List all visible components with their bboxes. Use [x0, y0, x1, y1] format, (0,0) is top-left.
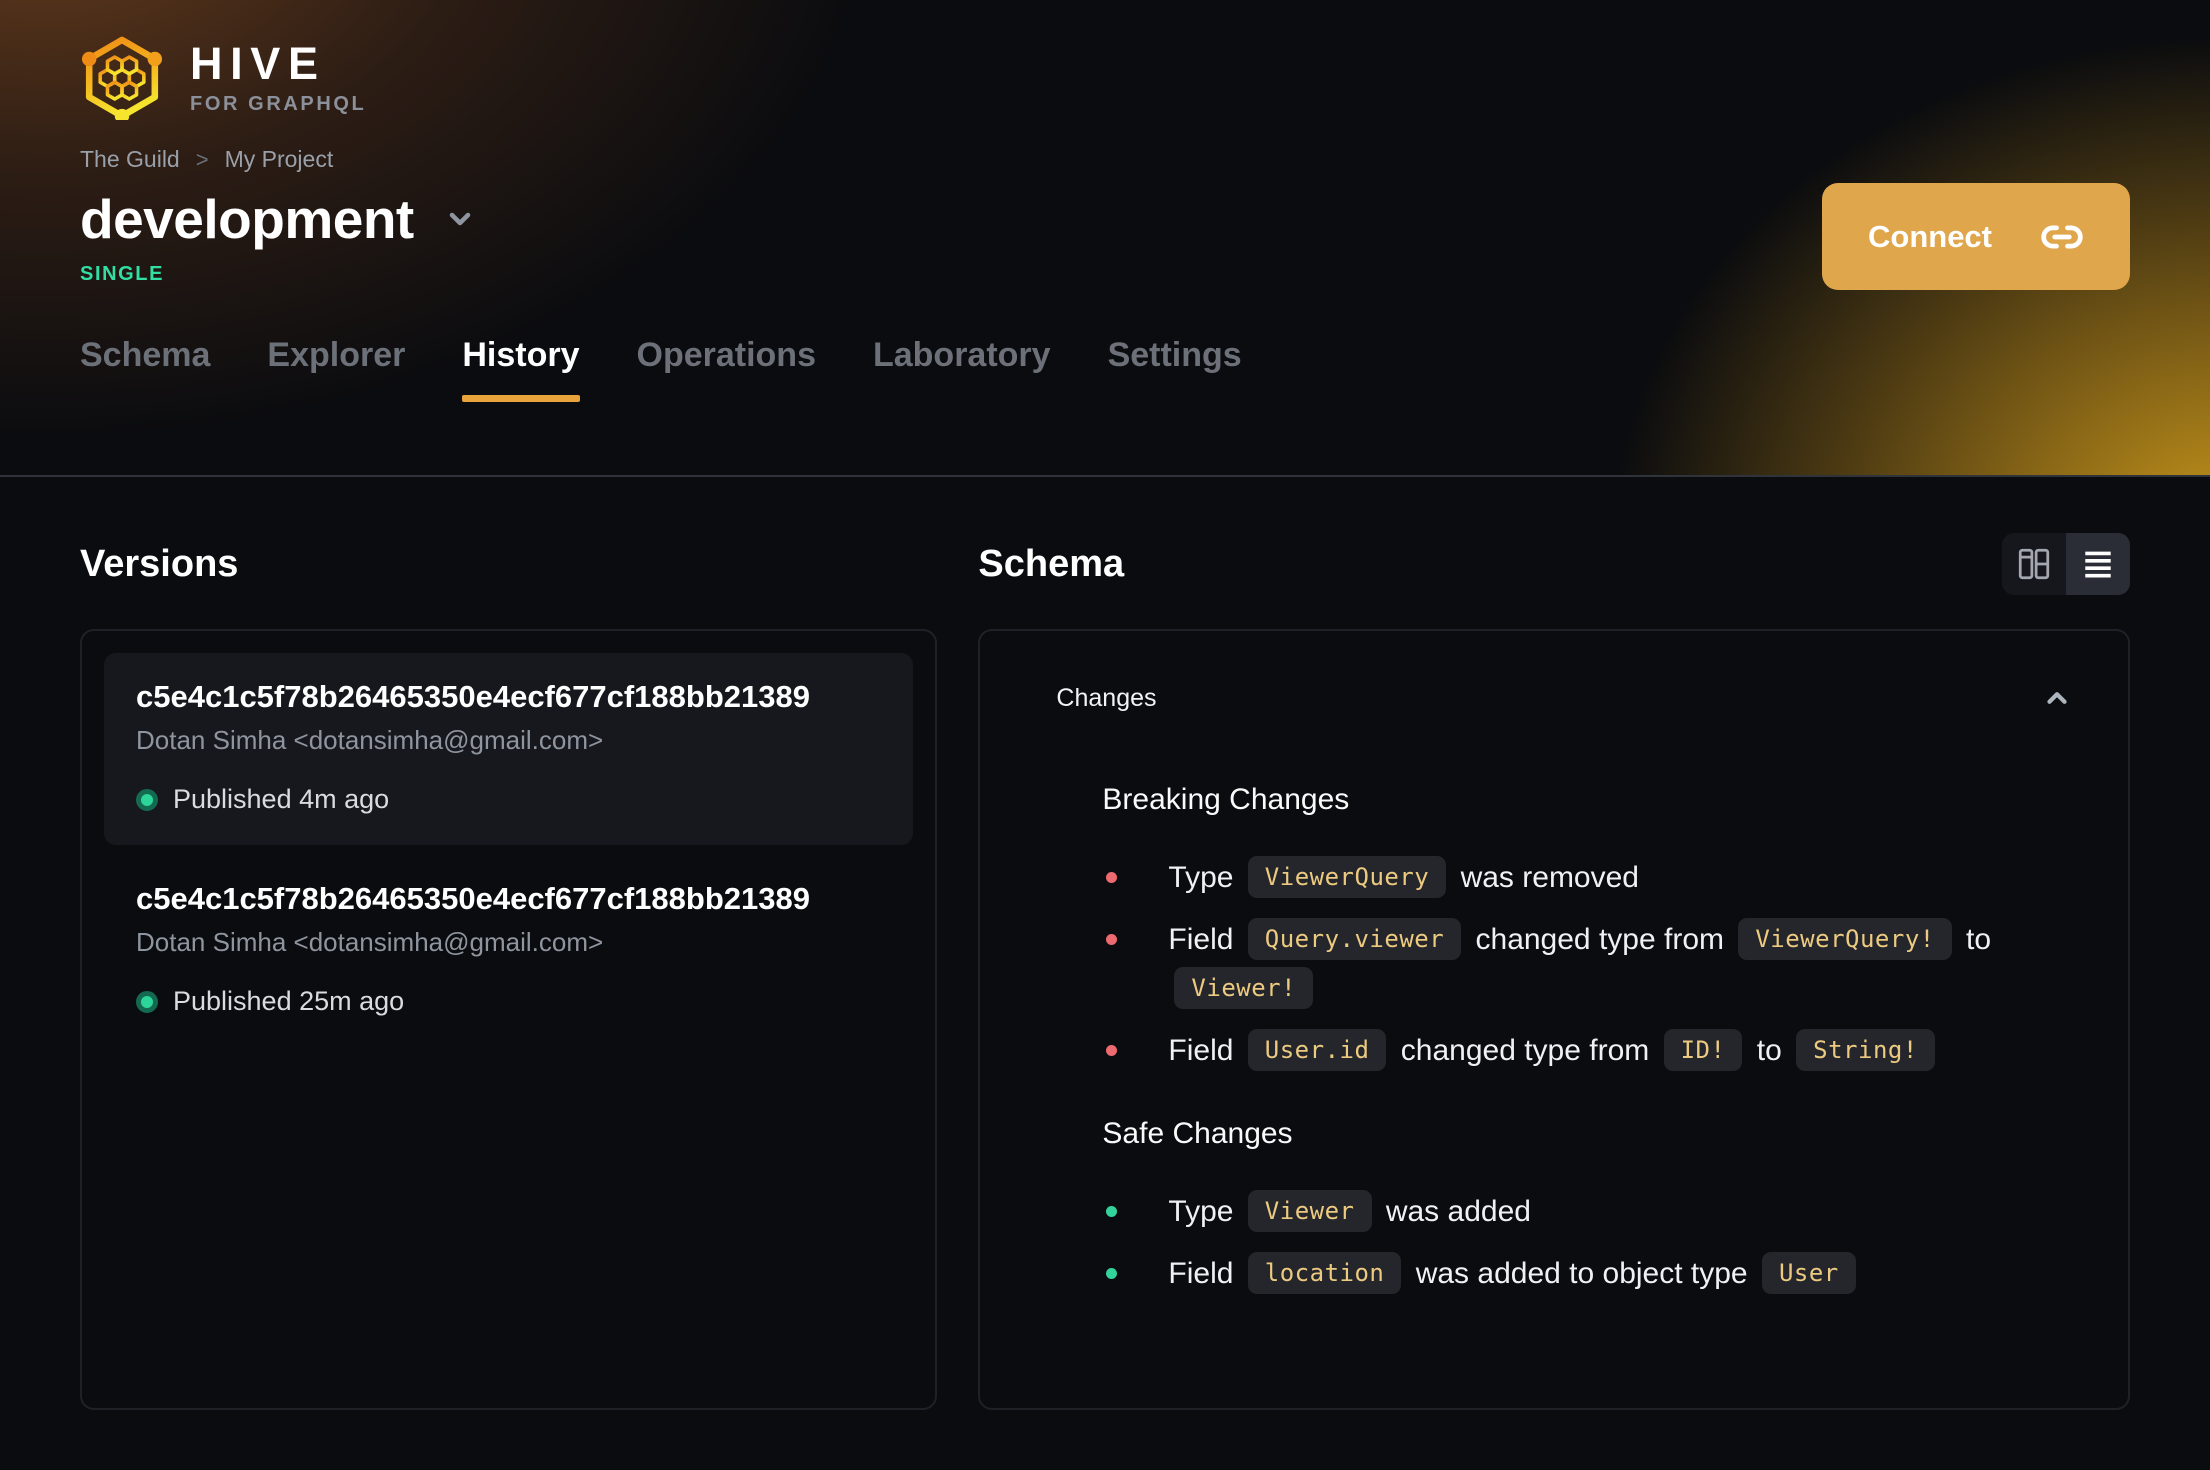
- title-row: development SINGLE Connect: [80, 183, 2130, 290]
- code-chip: Viewer!: [1174, 967, 1314, 1009]
- version-list: c5e4c1c5f78b26465350e4ecf677cf188bb21389…: [80, 629, 938, 1410]
- change-section-title: Breaking Changes: [1102, 783, 1350, 816]
- changes-panel: Changes Breaking Changes Type ViewerQuery…: [978, 629, 2130, 1410]
- chevron-up-icon[interactable]: [2042, 683, 2072, 713]
- breadcrumb: The Guild > My Project: [80, 146, 2130, 173]
- change-section-safe: Safe Changes Type Viewer was added Field l…: [1102, 1117, 2072, 1298]
- brand-text: HIVE FOR GRAPHQL: [190, 41, 366, 116]
- list-view-button[interactable]: [2066, 533, 2130, 595]
- view-toggle: [2002, 533, 2130, 595]
- connect-label: Connect: [1868, 218, 1992, 254]
- page-title: development: [80, 188, 414, 250]
- code-chip: User.id: [1247, 1028, 1387, 1071]
- changes-body: Breaking Changes Type ViewerQuery was rem…: [1056, 783, 2072, 1298]
- published-dot-icon: [136, 990, 158, 1013]
- code-chip: User: [1761, 1251, 1856, 1294]
- changes-title: Changes: [1056, 683, 1157, 712]
- version-card[interactable]: c5e4c1c5f78b26465350e4ecf677cf188bb21389…: [104, 855, 913, 1047]
- published-dot-icon: [136, 788, 158, 811]
- main-content: Versions c5e4c1c5f78b26465350e4ecf677cf1…: [0, 477, 2210, 1410]
- breadcrumb-project[interactable]: My Project: [225, 146, 334, 173]
- tab-explorer[interactable]: Explorer: [267, 336, 405, 402]
- versions-column: Versions c5e4c1c5f78b26465350e4ecf677cf1…: [80, 477, 938, 1410]
- breadcrumb-separator-icon: >: [195, 146, 209, 172]
- connect-button[interactable]: Connect: [1822, 183, 2130, 290]
- tab-operations[interactable]: Operations: [637, 336, 816, 402]
- columns-view-button[interactable]: [2002, 533, 2066, 595]
- brand: HIVE FOR GRAPHQL: [80, 0, 2130, 124]
- schema-heading: Schema: [978, 542, 1125, 585]
- version-hash: c5e4c1c5f78b26465350e4ecf677cf188bb21389: [136, 679, 810, 714]
- code-chip: String!: [1796, 1028, 1935, 1071]
- change-item: Field User.id changed type from ID! to S…: [1102, 1026, 2072, 1076]
- version-status-text: Published 25m ago: [173, 986, 405, 1016]
- chevron-down-icon[interactable]: [444, 203, 476, 235]
- versions-heading: Versions: [80, 542, 239, 585]
- schema-column: Schema Changes Breaking Changes Type Vie…: [978, 477, 2130, 1410]
- change-section-breaking: Breaking Changes Type ViewerQuery was rem…: [1102, 783, 2072, 1075]
- columns-view-icon: [2018, 548, 2050, 580]
- breadcrumb-org[interactable]: The Guild: [80, 146, 180, 173]
- code-chip: Query.viewer: [1247, 917, 1462, 960]
- change-item: Type ViewerQuery was removed: [1102, 853, 2072, 903]
- target-mode-badge: SINGLE: [80, 263, 165, 285]
- change-item: Field Query.viewer changed type from Vie…: [1102, 915, 2072, 1014]
- hive-logo-icon[interactable]: [80, 36, 164, 124]
- header: HIVE FOR GRAPHQL The Guild > My Project …: [0, 0, 2210, 477]
- code-chip: Viewer: [1247, 1190, 1372, 1232]
- code-chip: ID!: [1663, 1028, 1743, 1071]
- version-author: Dotan Simha <dotansimha@gmail.com>: [136, 725, 604, 755]
- change-section-title: Safe Changes: [1102, 1117, 1293, 1150]
- target-block: development SINGLE: [80, 187, 476, 286]
- tab-settings[interactable]: Settings: [1108, 336, 1242, 402]
- brand-name: HIVE: [190, 37, 326, 89]
- version-author: Dotan Simha <dotansimha@gmail.com>: [136, 927, 604, 957]
- code-chip: location: [1247, 1251, 1402, 1294]
- changes-header[interactable]: Changes: [1056, 683, 2072, 713]
- code-chip: ViewerQuery: [1247, 856, 1447, 898]
- version-hash: c5e4c1c5f78b26465350e4ecf677cf188bb21389: [136, 881, 810, 916]
- change-item: Field location was added to object type …: [1102, 1249, 2072, 1299]
- brand-tagline: FOR GRAPHQL: [190, 92, 367, 115]
- link-icon: [2041, 224, 2083, 249]
- change-item: Type Viewer was added: [1102, 1187, 2072, 1237]
- version-card[interactable]: c5e4c1c5f78b26465350e4ecf677cf188bb21389…: [104, 653, 914, 845]
- list-view-icon: [2085, 551, 2111, 578]
- change-list: Type Viewer was added Field location was …: [1102, 1187, 2072, 1298]
- version-status: Published 25m ago: [136, 986, 881, 1017]
- code-chip: ViewerQuery!: [1738, 917, 1952, 960]
- version-status-text: Published 4m ago: [173, 784, 390, 814]
- tab-history[interactable]: History: [462, 336, 580, 402]
- change-list: Type ViewerQuery was removed Field Query.…: [1102, 853, 2072, 1075]
- tab-bar: Schema Explorer History Operations Laborator…: [80, 336, 2130, 402]
- tab-schema[interactable]: Schema: [80, 336, 210, 402]
- version-status: Published 4m ago: [136, 784, 881, 815]
- tab-laboratory[interactable]: Laboratory: [873, 336, 1051, 402]
